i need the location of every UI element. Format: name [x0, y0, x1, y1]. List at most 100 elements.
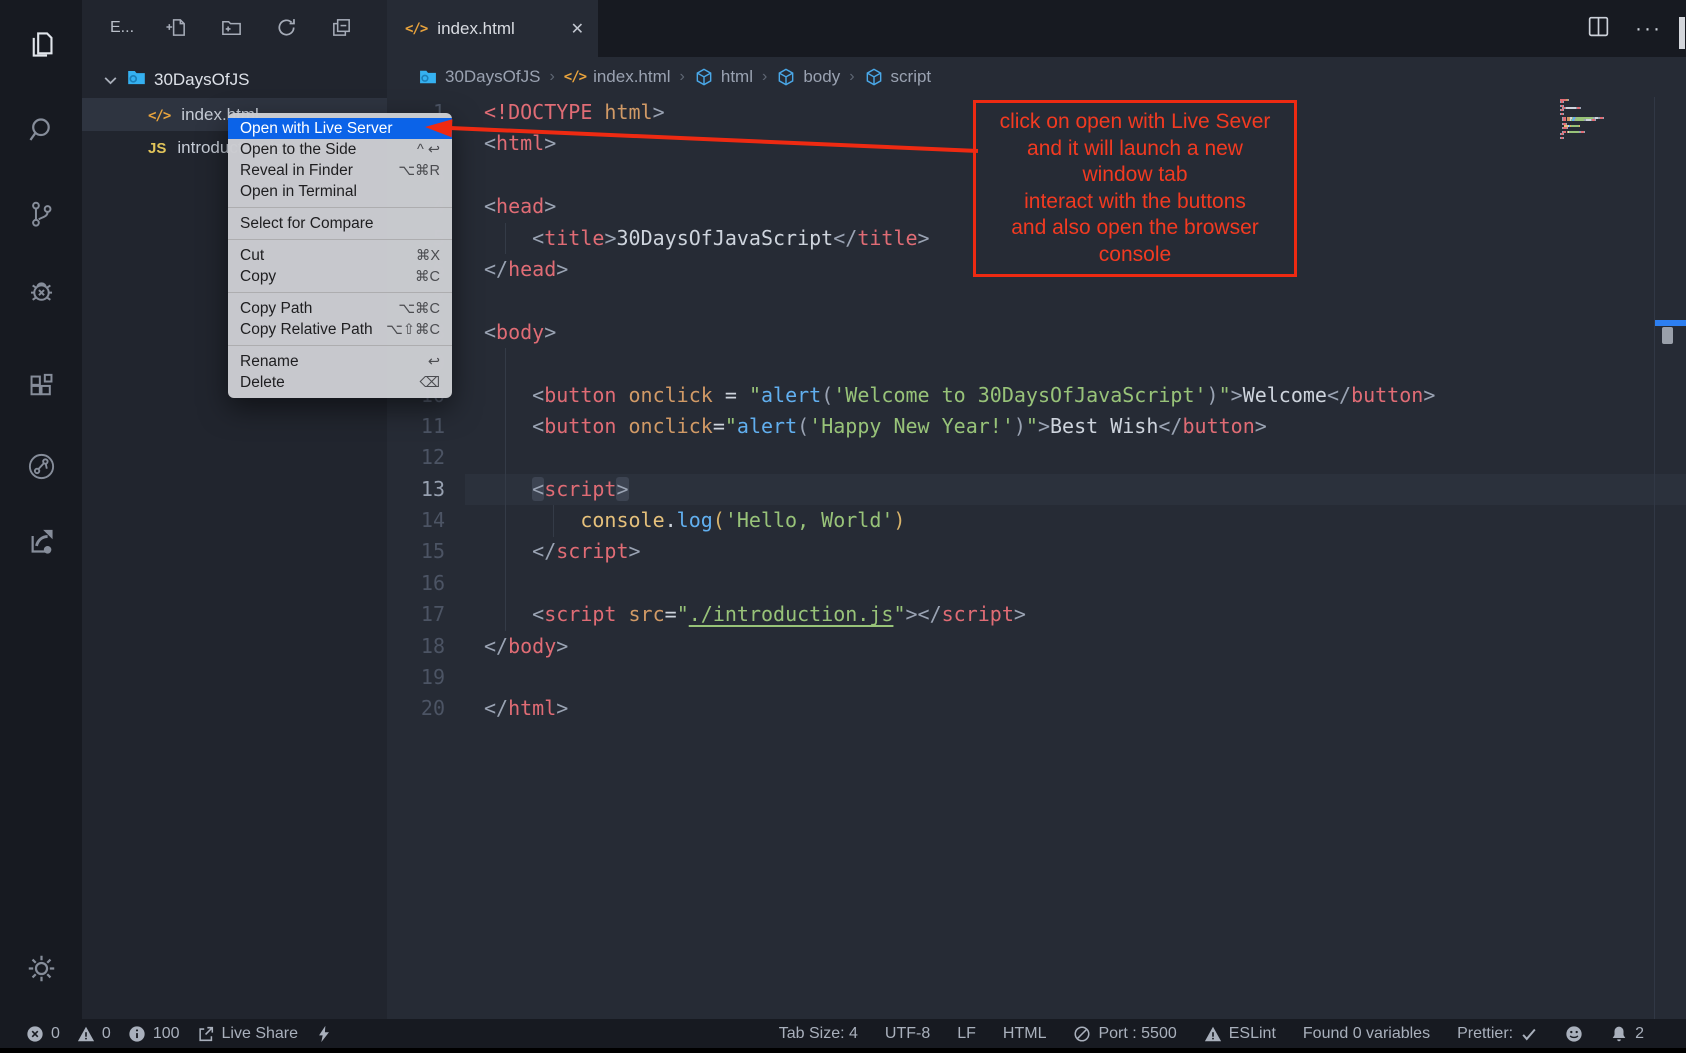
code-line-content[interactable]	[465, 568, 1686, 599]
line-number[interactable]: 19	[387, 662, 465, 693]
extensions-icon[interactable]	[24, 369, 58, 403]
refresh-icon[interactable]	[275, 16, 299, 40]
breadcrumb-separator: ›	[549, 68, 554, 86]
code-line-8: 8<body>	[387, 317, 1686, 348]
tab-index-html[interactable]: </> index.html ✕	[387, 0, 598, 57]
feedback-status[interactable]	[1565, 1025, 1583, 1043]
info-count-status[interactable]: 100	[128, 1025, 180, 1043]
menu-item-open-in-terminal[interactable]: Open in Terminal	[228, 181, 452, 202]
more-actions-icon[interactable]: ···	[1635, 17, 1662, 41]
line-number[interactable]: 18	[387, 631, 465, 662]
share-arrow-icon[interactable]	[24, 524, 58, 558]
search-icon[interactable]	[24, 112, 58, 146]
menu-item-copy-path[interactable]: Copy Path⌥⌘C	[228, 298, 452, 319]
split-editor-icon[interactable]	[1586, 14, 1611, 44]
menu-item-open-with-live-server[interactable]: Open with Live Server	[228, 118, 452, 139]
line-number[interactable]: 17	[387, 599, 465, 630]
line-number[interactable]: 11	[387, 411, 465, 442]
line-number[interactable]: 14	[387, 505, 465, 536]
js-icon: JS	[148, 138, 166, 158]
new-file-icon[interactable]	[165, 16, 189, 40]
new-folder-icon[interactable]	[220, 16, 244, 40]
minimap-slider[interactable]	[1655, 320, 1686, 326]
breadcrumb-item-30DaysOfJS[interactable]: 30DaysOfJS	[418, 67, 540, 87]
code-line-content[interactable]: <button onclick="alert('Happy New Year!'…	[465, 411, 1686, 442]
code-line-content[interactable]: <script src="./introduction.js"></script…	[465, 599, 1686, 630]
minimap[interactable]	[1560, 99, 1642, 139]
menu-item-cut[interactable]: Cut⌘X	[228, 245, 452, 266]
menu-item-open-to-the-side[interactable]: Open to the Side^ ↩	[228, 139, 452, 160]
error-circle-icon	[26, 1025, 44, 1043]
chevron-down-icon	[102, 72, 119, 89]
line-number[interactable]: 15	[387, 536, 465, 567]
prettier-status[interactable]: Prettier:	[1457, 1025, 1538, 1043]
breadcrumb-item-body[interactable]: body	[776, 67, 840, 87]
code-line-content[interactable]: <body>	[465, 317, 1686, 348]
notifications-status[interactable]: 2	[1610, 1025, 1644, 1043]
code-line-content[interactable]	[465, 348, 1686, 379]
menu-separator	[228, 239, 452, 240]
gear-icon[interactable]	[24, 951, 58, 985]
code-line-content[interactable]: console.log('Hello, World')	[465, 505, 1686, 536]
sidebar-item-root-folder[interactable]: 30DaysOfJS	[82, 62, 387, 98]
menu-item-copy-relative-path[interactable]: Copy Relative Path⌥⇧⌘C	[228, 319, 452, 340]
code-line-content[interactable]: <button onclick = "alert('Welcome to 30D…	[465, 380, 1686, 411]
close-icon[interactable]: ✕	[571, 19, 584, 39]
code-line-content[interactable]: </html>	[465, 693, 1686, 724]
menu-item-delete[interactable]: Delete⌫	[228, 372, 452, 393]
menu-item-rename[interactable]: Rename↩	[228, 351, 452, 372]
code-line-content[interactable]: </script>	[465, 536, 1686, 567]
live-server-port-status[interactable]: Port : 5500	[1073, 1025, 1176, 1043]
code-line-content[interactable]	[465, 285, 1686, 316]
code-line-content[interactable]	[465, 442, 1686, 473]
eslint-status[interactable]: ESLint	[1204, 1025, 1276, 1043]
breadcrumb-item-index-html[interactable]: </>index.html	[564, 67, 671, 87]
annotation-text-line: window tab	[1082, 162, 1187, 189]
code-line-content[interactable]: <script>	[465, 474, 1686, 505]
code-line-content[interactable]: </body>	[465, 631, 1686, 662]
menu-item-copy[interactable]: Copy⌘C	[228, 266, 452, 287]
live-share-icon[interactable]	[24, 449, 58, 483]
collapse-all-icon[interactable]	[330, 16, 354, 40]
tab-bar: </> index.html ✕ ···	[387, 0, 1686, 57]
live-share-status[interactable]: Live Share	[197, 1025, 299, 1043]
errors-status[interactable]: 0	[26, 1025, 60, 1043]
breadcrumb-separator: ›	[762, 68, 767, 86]
smiley-icon	[1565, 1025, 1583, 1043]
breadcrumb-separator: ›	[849, 68, 854, 86]
live-reload-status[interactable]	[315, 1025, 333, 1043]
line-number[interactable]: 16	[387, 568, 465, 599]
explorer-title: E...	[110, 19, 134, 37]
source-control-icon[interactable]	[24, 197, 58, 231]
code-line-14: 14 console.log('Hello, World')	[387, 505, 1686, 536]
menu-item-reveal-in-finder[interactable]: Reveal in Finder⌥⌘R	[228, 160, 452, 181]
language-mode-status[interactable]: HTML	[1003, 1025, 1047, 1043]
eol-status[interactable]: LF	[957, 1025, 976, 1043]
tab-size-status[interactable]: Tab Size: 4	[779, 1025, 858, 1043]
code-line-13: 13 <script>	[387, 474, 1686, 505]
encoding-status[interactable]: UTF-8	[885, 1025, 930, 1043]
debug-icon[interactable]	[24, 274, 58, 308]
menu-item-select-for-compare[interactable]: Select for Compare	[228, 213, 452, 234]
line-number[interactable]: 13	[387, 474, 465, 505]
variables-found-status[interactable]: Found 0 variables	[1303, 1025, 1430, 1043]
warning-triangle-icon	[1204, 1025, 1222, 1043]
warnings-status[interactable]: 0	[77, 1025, 111, 1043]
code-line-20: 20</html>	[387, 693, 1686, 724]
breadcrumb-item-script[interactable]: script	[864, 67, 932, 87]
menu-separator	[228, 207, 452, 208]
breadcrumb-item-html[interactable]: html	[694, 67, 753, 87]
line-number[interactable]: 20	[387, 693, 465, 724]
port-icon	[1073, 1025, 1091, 1043]
annotation-text-line: and also open the browser	[1011, 215, 1259, 242]
code-line-11: 11 <button onclick="alert('Happy New Yea…	[387, 411, 1686, 442]
check-icon	[1520, 1025, 1538, 1043]
scrollbar-thumb[interactable]	[1662, 327, 1673, 344]
menu-separator	[228, 292, 452, 293]
line-number[interactable]: 12	[387, 442, 465, 473]
explorer-icon[interactable]	[24, 27, 58, 61]
code-line-15: 15 </script>	[387, 536, 1686, 567]
code-line-content[interactable]	[465, 662, 1686, 693]
code-line-17: 17 <script src="./introduction.js"></scr…	[387, 599, 1686, 630]
annotation-text-line: and it will launch a new	[1027, 136, 1243, 163]
